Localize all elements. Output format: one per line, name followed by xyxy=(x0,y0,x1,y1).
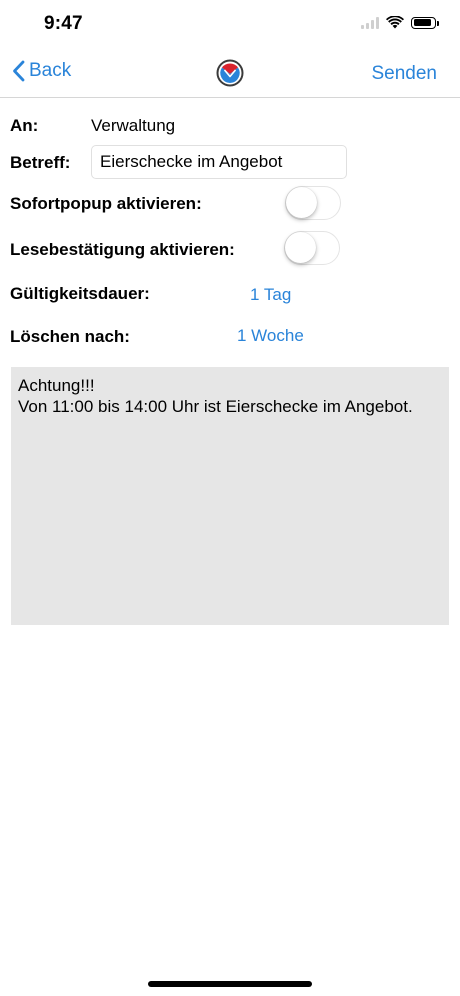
validity-selector[interactable]: 1 Tag xyxy=(250,285,291,305)
status-icons xyxy=(361,16,439,29)
status-bar: 9:47 xyxy=(0,0,460,50)
toggle-knob xyxy=(286,187,317,218)
back-button[interactable]: Back xyxy=(12,60,71,82)
battery-level-fill xyxy=(413,19,431,26)
send-button[interactable]: Senden xyxy=(371,63,437,85)
wifi-icon xyxy=(386,16,404,29)
delete-after-label: Löschen nach: xyxy=(10,327,130,346)
delete-after-selector[interactable]: 1 Woche xyxy=(237,326,304,346)
battery-tip xyxy=(437,20,439,26)
status-time: 9:47 xyxy=(44,13,83,34)
toggle-knob xyxy=(285,232,316,263)
chevron-left-icon xyxy=(13,60,25,82)
instant-popup-toggle[interactable] xyxy=(285,186,341,220)
navigation-bar: Back Senden xyxy=(0,50,460,98)
instant-popup-label: Sofortpopup aktivieren: xyxy=(10,194,202,213)
message-textarea[interactable]: Achtung!!! Von 11:00 bis 14:00 Uhr ist E… xyxy=(11,367,449,625)
read-receipt-toggle[interactable] xyxy=(284,231,340,265)
battery-icon xyxy=(411,16,439,29)
back-button-label: Back xyxy=(29,60,72,81)
validity-label: Gültigkeitsdauer: xyxy=(10,284,150,303)
subject-input[interactable] xyxy=(91,145,347,179)
subject-label: Betreff: xyxy=(10,153,71,172)
app-logo-icon xyxy=(216,59,244,87)
recipient-value: Verwaltung xyxy=(91,116,176,135)
recipient-label: An: xyxy=(10,116,39,135)
home-indicator[interactable] xyxy=(148,981,312,987)
cellular-signal-icon xyxy=(361,16,379,29)
read-receipt-label: Lesebestätigung aktivieren: xyxy=(10,240,235,259)
